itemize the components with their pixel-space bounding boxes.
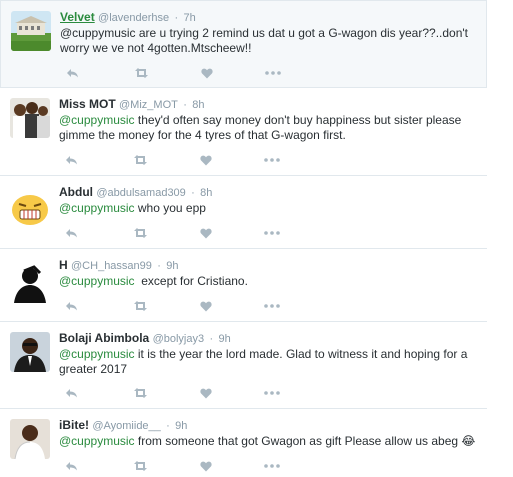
more-icon[interactable] (261, 459, 283, 473)
like-icon[interactable] (195, 299, 217, 313)
author-name[interactable]: Miss MOT (59, 97, 116, 111)
tweet-feed: Velvet @lavenderhse · 7h @cuppymusic are… (0, 0, 513, 477)
tweet-actions (60, 459, 283, 473)
author-name[interactable]: Velvet (60, 10, 95, 24)
mention-link[interactable]: @cuppymusic (59, 274, 135, 288)
author-handle[interactable]: @CH_hassan99 (71, 260, 152, 272)
retweet-icon[interactable] (129, 153, 151, 167)
tweet-text: @cuppymusic it is the year the lord made… (59, 347, 484, 377)
tweet-text: @cuppymusic except for Cristiano. (59, 274, 484, 289)
like-icon[interactable] (195, 459, 217, 473)
separator: · (191, 187, 195, 199)
author-name[interactable]: iBite! (59, 418, 89, 432)
tweet-header: H @CH_hassan99 · 9h (59, 257, 179, 274)
like-icon[interactable] (195, 226, 217, 240)
tweet-body: except for Cristiano. (134, 274, 248, 288)
like-icon[interactable] (195, 153, 217, 167)
avatar[interactable] (10, 419, 50, 459)
retweet-icon[interactable] (129, 386, 151, 400)
more-icon[interactable] (262, 66, 284, 80)
tweet[interactable]: Velvet @lavenderhse · 7h @cuppymusic are… (0, 0, 487, 88)
more-icon[interactable] (261, 153, 283, 167)
tweet-text: @cuppymusic are u trying 2 remind us dat… (60, 26, 485, 56)
tweet-actions (60, 226, 283, 240)
separator: · (183, 99, 187, 111)
author-name[interactable]: Abdul (59, 185, 93, 199)
more-icon[interactable] (261, 386, 283, 400)
avatar[interactable] (10, 263, 50, 303)
timestamp[interactable]: 7h (184, 12, 196, 24)
timestamp[interactable]: 9h (218, 333, 230, 345)
tweet-header: iBite! @Ayomiide__ · 9h (59, 417, 187, 434)
tweet-text: @cuppymusic they'd often say money don't… (59, 113, 484, 143)
author-name[interactable]: H (59, 258, 68, 272)
tweet[interactable]: Miss MOT @Miz_MOT · 8h @cuppymusic they'… (0, 88, 487, 176)
tweet-text: @cuppymusic from someone that got Gwagon… (59, 434, 484, 449)
author-name[interactable]: Bolaji Abimbola (59, 331, 149, 345)
avatar[interactable] (10, 190, 50, 230)
retweet-icon[interactable] (130, 66, 152, 80)
tweet-body: from someone that got Gwagon as gift Ple… (134, 434, 476, 448)
tweet-header: Velvet @lavenderhse · 7h (60, 9, 196, 26)
mention-link[interactable]: @cuppymusic (59, 347, 135, 361)
tweet-header: Abdul @abdulsamad309 · 8h (59, 184, 212, 201)
avatar[interactable] (11, 11, 51, 51)
timestamp[interactable]: 8h (200, 187, 212, 199)
mention-link[interactable]: @cuppymusic (59, 434, 135, 448)
mention-link[interactable]: @cuppymusic (59, 113, 135, 127)
retweet-icon[interactable] (129, 459, 151, 473)
tweet-actions (60, 299, 283, 313)
author-handle[interactable]: @Ayomiide__ (92, 420, 160, 432)
like-icon[interactable] (196, 66, 218, 80)
tweet[interactable]: Bolaji Abimbola @bolyjay3 · 9h @cuppymus… (0, 322, 487, 409)
separator: · (166, 420, 170, 432)
tweet[interactable]: Abdul @abdulsamad309 · 8h @cuppymusic wh… (0, 176, 487, 249)
reply-icon[interactable] (60, 299, 82, 313)
author-handle[interactable]: @Miz_MOT (119, 99, 178, 111)
tweet-header: Miss MOT @Miz_MOT · 8h (59, 96, 204, 113)
mention-link[interactable]: @cuppymusic (59, 201, 135, 215)
tweet-actions (60, 153, 283, 167)
separator: · (157, 260, 161, 272)
tweet-text: @cuppymusic who you epp (59, 201, 484, 216)
reply-icon[interactable] (60, 386, 82, 400)
tweet[interactable]: iBite! @Ayomiide__ · 9h @cuppymusic from… (0, 409, 487, 477)
author-handle[interactable]: @lavenderhse (98, 12, 169, 24)
tweet-header: Bolaji Abimbola @bolyjay3 · 9h (59, 330, 231, 347)
like-icon[interactable] (195, 386, 217, 400)
reply-icon[interactable] (61, 66, 83, 80)
author-handle[interactable]: @abdulsamad309 (96, 187, 185, 199)
retweet-icon[interactable] (129, 226, 151, 240)
avatar[interactable] (10, 332, 50, 372)
retweet-icon[interactable] (129, 299, 151, 313)
more-icon[interactable] (261, 226, 283, 240)
timestamp[interactable]: 9h (166, 260, 178, 272)
tweet-actions (60, 386, 283, 400)
reply-icon[interactable] (60, 153, 82, 167)
tweet-body: who you epp (134, 201, 206, 215)
more-icon[interactable] (261, 299, 283, 313)
tweet-body: @cuppymusic are u trying 2 remind us dat… (60, 26, 469, 55)
avatar[interactable] (10, 98, 50, 138)
separator: · (209, 333, 214, 345)
reply-icon[interactable] (60, 459, 82, 473)
separator: · (174, 12, 179, 24)
timestamp[interactable]: 8h (192, 99, 204, 111)
tweet-actions (61, 66, 284, 80)
tweet[interactable]: H @CH_hassan99 · 9h @cuppymusic except f… (0, 249, 487, 322)
timestamp[interactable]: 9h (175, 420, 187, 432)
reply-icon[interactable] (60, 226, 82, 240)
author-handle[interactable]: @bolyjay3 (153, 333, 205, 345)
